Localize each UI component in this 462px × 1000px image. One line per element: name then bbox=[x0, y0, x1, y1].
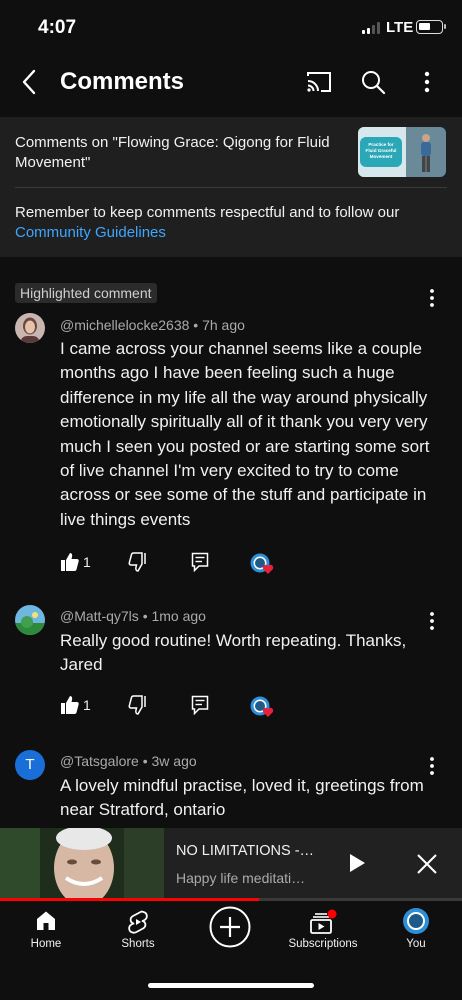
video-title: Comments on "Flowing Grace: Qigong for F… bbox=[15, 134, 330, 171]
comment-text: A lovely mindful practise, loved it, gre… bbox=[60, 776, 424, 820]
comment-age: 1mo ago bbox=[151, 608, 206, 624]
mini-player-thumbnail[interactable] bbox=[0, 828, 164, 898]
highlighted-comment-badge: Highlighted comment bbox=[15, 283, 157, 303]
mini-player-channel: Happy life meditati… bbox=[176, 870, 306, 886]
reply-icon[interactable] bbox=[191, 695, 209, 715]
shorts-icon bbox=[128, 910, 148, 934]
creator-heart-icon bbox=[250, 553, 274, 574]
status-bar: 4:07 LTE bbox=[0, 0, 462, 56]
profile-avatar-icon bbox=[403, 908, 429, 934]
search-icon[interactable] bbox=[360, 69, 386, 95]
mini-player-title[interactable]: NO LIMITATIONS -… bbox=[176, 843, 314, 859]
avatar[interactable]: T bbox=[15, 750, 45, 780]
back-arrow-icon[interactable] bbox=[18, 68, 42, 96]
comment-author[interactable]: @michellelocke2638 bbox=[60, 317, 189, 333]
community-guidelines-link[interactable]: Community Guidelines bbox=[15, 224, 166, 241]
signal-icon bbox=[362, 22, 380, 34]
subscriptions-icon bbox=[310, 909, 337, 934]
divider bbox=[15, 187, 447, 188]
comment-text: I came across your channel seems like a … bbox=[60, 339, 430, 529]
avatar[interactable] bbox=[15, 313, 45, 343]
home-indicator bbox=[148, 983, 314, 988]
comment-author-line: @Tatsgalore • 3w ago bbox=[60, 753, 197, 769]
dislike-icon[interactable] bbox=[128, 552, 148, 572]
nav-shorts[interactable]: Shorts bbox=[92, 901, 184, 961]
battery-icon bbox=[416, 20, 446, 34]
like-icon[interactable] bbox=[60, 695, 80, 715]
mini-player[interactable]: NO LIMITATIONS -… Happy life meditati… bbox=[0, 828, 462, 898]
more-options-icon[interactable] bbox=[418, 69, 436, 95]
thumbnail-caption: Practice for Fluid Graceful Movement bbox=[365, 142, 397, 159]
like-count: 1 bbox=[83, 554, 91, 570]
play-icon[interactable] bbox=[347, 852, 367, 874]
comment-text: Really good routine! Worth repeating. Th… bbox=[60, 631, 407, 675]
comment-age: 3w ago bbox=[151, 753, 197, 769]
top-bar: Comments bbox=[0, 56, 462, 108]
dislike-icon[interactable] bbox=[128, 695, 148, 715]
like-icon[interactable] bbox=[60, 552, 80, 572]
cast-icon[interactable] bbox=[305, 69, 333, 95]
nav-subscriptions[interactable]: Subscriptions bbox=[277, 901, 369, 961]
comment-item: T @Tatsgalore • 3w ago A lovely mindful … bbox=[0, 745, 462, 825]
nav-create[interactable] bbox=[184, 901, 276, 961]
video-info-panel: Comments on "Flowing Grace: Qigong for F… bbox=[0, 117, 462, 257]
comment-item: @Matt-qy7ls • 1mo ago Really good routin… bbox=[0, 600, 462, 730]
reminder-text: Remember to keep comments respectful and… bbox=[15, 204, 400, 241]
comment-actions: 1 bbox=[60, 695, 360, 719]
comment-age: 7h ago bbox=[202, 317, 245, 333]
comment-actions: 1 bbox=[60, 552, 360, 576]
home-icon bbox=[37, 911, 55, 930]
comment-author-line: @michellelocke2638 • 7h ago bbox=[60, 317, 245, 333]
nav-you[interactable]: You bbox=[370, 901, 462, 961]
thumbnail-figure bbox=[421, 134, 431, 172]
close-icon[interactable] bbox=[415, 852, 439, 876]
like-count: 1 bbox=[83, 697, 91, 713]
page-title: Comments bbox=[60, 68, 185, 95]
status-time: 4:07 bbox=[38, 17, 77, 38]
video-thumbnail[interactable]: Practice for Fluid Graceful Movement bbox=[358, 127, 446, 177]
comment-author[interactable]: @Matt-qy7ls bbox=[60, 608, 139, 624]
avatar[interactable] bbox=[15, 605, 45, 635]
network-label: LTE bbox=[386, 19, 414, 36]
comment-more-icon[interactable] bbox=[423, 287, 441, 309]
create-plus-icon bbox=[209, 906, 251, 948]
reply-icon[interactable] bbox=[191, 552, 209, 572]
comment-item: Highlighted comment @michellelocke2638 •… bbox=[0, 283, 462, 583]
comment-author-line: @Matt-qy7ls • 1mo ago bbox=[60, 608, 206, 624]
creator-heart-icon bbox=[250, 696, 274, 717]
comment-author[interactable]: @Tatsgalore bbox=[60, 753, 139, 769]
nav-home[interactable]: Home bbox=[0, 901, 92, 961]
